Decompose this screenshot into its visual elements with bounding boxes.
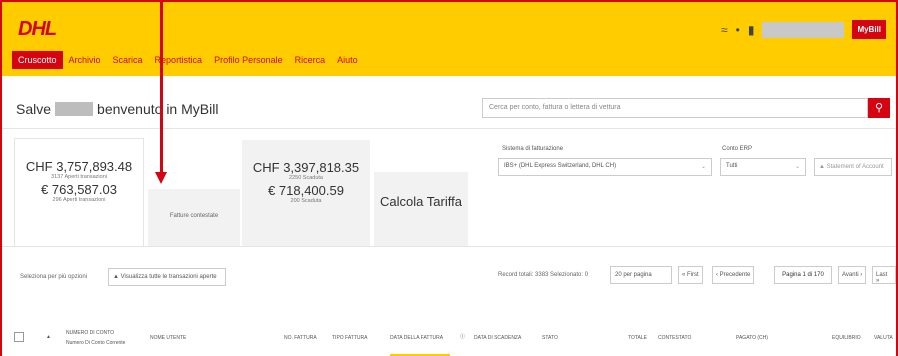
app-frame: DHL ≈ • ▮ MyBill Cruscotto Archivio Scar… [0, 0, 898, 356]
header-right: ≈ • ▮ MyBill [721, 20, 886, 39]
open-count-chf: 3137 Aperti transazioni [51, 174, 107, 180]
open-count-eur: 296 Aperti transazioni [52, 197, 106, 203]
download-icon: ▲ [819, 164, 825, 170]
welcome-suffix: benvenuto in MyBill [97, 101, 219, 117]
col-account-number[interactable]: Numero di conto [66, 330, 114, 336]
tab-archivio[interactable]: Archivio [63, 51, 107, 69]
welcome-prefix: Salve [16, 101, 52, 117]
tab-reportistica[interactable]: Reportistica [149, 51, 209, 69]
overdue-count-eur: 200 Scaduta [290, 198, 322, 204]
page-info: Pagina 1 di 170 [774, 266, 832, 284]
tab-cruscotto[interactable]: Cruscotto [12, 51, 63, 69]
view-all-open-button[interactable]: ▲ Visualizza tutte le transazioni aperte [108, 268, 226, 286]
welcome-name-redacted [55, 102, 94, 116]
divider [2, 246, 896, 247]
previous-page-button[interactable]: ‹ Precedente [712, 266, 755, 284]
col-paid[interactable]: Pagato (CH) [736, 335, 768, 341]
welcome-message: Salve benvenuto in MyBill [16, 101, 218, 117]
col-invoice-type[interactable]: Tipo fattura [332, 335, 367, 341]
network-icon[interactable]: ≈ [721, 23, 728, 37]
statement-label: Statement of Account [826, 164, 884, 170]
overdue-card[interactable]: CHF 3,397,818.35 2250 Scaduta € 718,400.… [242, 140, 370, 246]
person-icon: ▲ [46, 334, 51, 340]
erp-account-value: Tutti [726, 163, 738, 169]
tab-aiuto[interactable]: Aiuto [331, 51, 364, 69]
search-icon[interactable]: ⚲ [868, 98, 890, 118]
divider [2, 128, 896, 129]
annotation-arrow-head [155, 172, 167, 184]
erp-account-label: Conto ERP [722, 146, 753, 152]
col-status[interactable]: Stato [542, 335, 558, 341]
disputed-invoices-card[interactable]: Fatture contestate [148, 189, 240, 246]
annotation-arrow-line [160, 2, 163, 174]
dhl-logo: DHL [18, 18, 57, 40]
info-icon: ⓘ [460, 334, 466, 340]
search-input[interactable]: Cerca per conto, fattura o lettera di ve… [482, 98, 868, 118]
first-page-button[interactable]: « First [678, 266, 703, 284]
col-currency[interactable]: Valuta [874, 335, 893, 341]
col-account-subheader: Numero Di Conto Corrente [66, 340, 126, 346]
col-invoice-date[interactable]: Data della fattura [390, 335, 443, 341]
col-invoice-number[interactable]: No. fattura [284, 335, 317, 341]
billing-system-value: IBS+ (DHL Express Switzerland, DHL CH) [504, 163, 617, 169]
col-balance[interactable]: Equilibrio [832, 335, 861, 341]
col-due-date[interactable]: Data di scadenza [474, 335, 521, 341]
user-icon[interactable]: • [736, 23, 740, 37]
multi-select-label: Seleziona per più opzioni [20, 274, 88, 280]
per-page-select[interactable]: 20 per pagina [610, 266, 672, 284]
next-page-button[interactable]: Avanti › [838, 266, 867, 284]
statement-of-account-button[interactable]: ▲ Statement of Account [814, 158, 892, 176]
records-count: Record totali: 3383 Selezionato: 0 [498, 272, 589, 278]
erp-account-select[interactable]: Tutti ⌄ [720, 158, 806, 176]
overdue-amount-eur: € 718,400.59 [268, 183, 344, 198]
overdue-amount-chf: CHF 3,397,818.35 [252, 160, 360, 175]
chevron-down-icon: ⌄ [794, 164, 800, 170]
billing-system-label: Sistema di fatturazione [502, 146, 564, 152]
col-user-name[interactable]: Nome utente [150, 335, 186, 341]
header-bar: DHL ≈ • ▮ MyBill Cruscotto Archivio Scar… [2, 2, 896, 76]
view-all-label: Visualizza tutte le transazioni aperte [120, 274, 217, 280]
mybill-button[interactable]: MyBill [852, 20, 886, 39]
billing-system-select[interactable]: IBS+ (DHL Express Switzerland, DHL CH) ⌄ [498, 158, 712, 176]
person-icon: ▲ [113, 274, 119, 280]
col-disputed[interactable]: Contestato [658, 335, 691, 341]
open-transactions-card[interactable]: CHF 3,757,893.48 3137 Aperti transazioni… [14, 138, 144, 246]
open-amount-chf: CHF 3,757,893.48 [25, 159, 133, 174]
user-name-redacted [762, 21, 845, 38]
tab-scarica[interactable]: Scarica [107, 51, 149, 69]
tab-ricerca[interactable]: Ricerca [289, 51, 332, 69]
open-amount-eur: € 763,587.03 [41, 182, 117, 197]
tab-profilo[interactable]: Profilo Personale [208, 51, 289, 69]
chevron-down-icon: ⌄ [700, 164, 706, 170]
main-nav: Cruscotto Archivio Scarica Reportistica … [12, 51, 364, 69]
user-bar-icon: ▮ [747, 22, 755, 37]
last-page-button[interactable]: Last » [872, 266, 896, 284]
rate-calculator-card[interactable]: Calcola Tariffa [374, 172, 468, 246]
col-total[interactable]: Totale [628, 335, 647, 341]
overdue-count-chf: 2250 Scaduta [289, 175, 323, 181]
select-all-checkbox[interactable] [14, 332, 24, 342]
